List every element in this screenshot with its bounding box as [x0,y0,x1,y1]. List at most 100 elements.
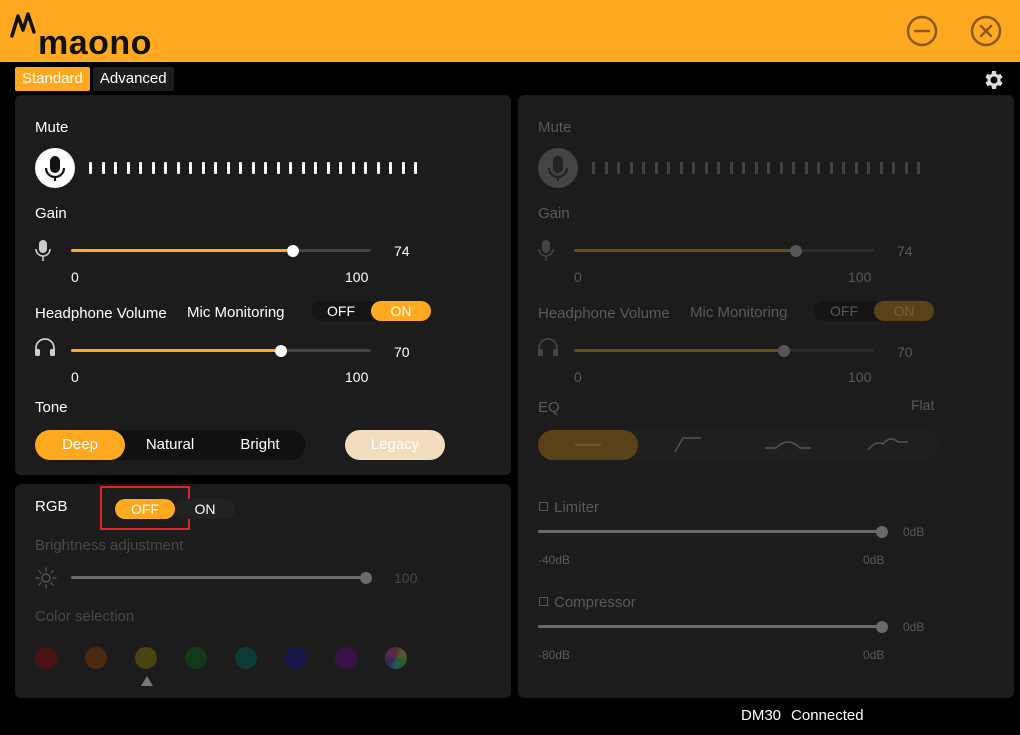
mic-monitoring-toggle-right[interactable]: OFF ON [814,301,934,321]
tone-natural[interactable]: Natural [125,430,215,460]
compressor-max-label: 0dB [863,648,885,662]
compressor-value: 0dB [903,620,925,634]
mute-label: Mute [35,119,69,136]
connection-state: Connected [791,707,864,724]
rgb-on[interactable]: ON [175,499,235,519]
sun-icon [35,567,57,589]
eq-selector[interactable] [538,430,938,460]
level-meter-right [592,162,920,174]
mute-label-right: Mute [538,119,572,136]
headphone-max-label-right: 100 [848,369,872,385]
gain-max-label: 100 [345,269,369,285]
headphones-icon-right [538,338,558,356]
limiter-slider[interactable] [538,524,888,540]
limiter-slider-thumb[interactable] [876,526,888,538]
tone-bright[interactable]: Bright [215,430,305,460]
headphone-volume-label: Headphone Volume [35,305,167,322]
minimize-icon[interactable] [906,15,938,47]
close-icon[interactable] [970,15,1002,47]
mic-monitoring-on[interactable]: ON [371,301,431,321]
color-swatch[interactable] [135,647,157,669]
microphone-icon-right [547,156,569,181]
mute-button[interactable] [35,148,75,188]
gain-slider-right[interactable] [574,243,874,259]
mid-boost-eq-icon [765,441,811,449]
gain-slider-thumb-right[interactable] [790,245,802,257]
presence-eq-icon [867,438,908,451]
headphone-min-label: 0 [71,369,79,385]
color-swatch[interactable] [185,647,207,669]
eq-label: EQ [538,399,560,416]
limiter-max-label: 0dB [863,553,885,567]
compressor-slider-thumb[interactable] [876,621,888,633]
limiter-checkbox[interactable] [539,502,548,511]
gain-slider-thumb[interactable] [287,245,299,257]
level-meter [89,162,417,174]
eq-mid-boost[interactable] [738,430,838,460]
brand-name: maono [38,24,152,62]
mic-monitoring-label: Mic Monitoring [187,304,285,321]
selected-color-marker-icon [141,676,153,686]
color-swatch[interactable] [85,647,107,669]
tone-selector[interactable]: Deep Natural Bright [35,430,305,460]
mode-tabs: Standard Advanced [15,67,174,91]
gain-max-label-right: 100 [848,269,872,285]
gain-value: 74 [394,243,410,259]
rgb-off[interactable]: OFF [115,499,175,519]
tab-advanced[interactable]: Advanced [92,67,174,91]
microphone-small-icon-right [538,240,554,261]
eq-presence[interactable] [838,430,938,460]
color-swatch[interactable] [235,647,257,669]
color-swatch[interactable] [385,647,407,669]
gain-min-label: 0 [71,269,79,285]
legacy-button[interactable]: Legacy [345,430,445,460]
rgb-label: RGB [35,498,68,515]
headphone-slider-thumb[interactable] [275,345,287,357]
mic-monitoring-toggle[interactable]: OFF ON [311,301,431,321]
headphone-volume-value-right: 70 [897,344,913,360]
flat-eq-icon [575,444,601,446]
headphone-volume-label-right: Headphone Volume [538,305,670,322]
color-swatch[interactable] [35,647,57,669]
connection-status: DM30 Connected [741,707,864,724]
gear-icon[interactable] [981,68,1005,92]
tone-deep[interactable]: Deep [35,430,125,460]
gain-value-right: 74 [897,243,913,259]
tone-label: Tone [35,399,68,416]
headphone-volume-slider[interactable] [71,343,371,359]
mic-monitoring-off[interactable]: OFF [311,301,371,321]
headphone-min-label-right: 0 [574,369,582,385]
tab-standard[interactable]: Standard [15,67,90,91]
maono-logo: maono [10,10,170,60]
rgb-toggle[interactable]: OFF ON [115,499,235,519]
gain-slider[interactable] [71,243,371,259]
rgb-panel: RGB OFF ON Brightness adjustment 100 Col… [15,484,511,698]
limiter-min-label: -40dB [538,553,571,567]
eq-preset-name: Flat [911,397,935,413]
headphone-slider-thumb-right[interactable] [778,345,790,357]
gain-label: Gain [35,205,67,222]
headphones-icon [35,338,55,356]
mic-monitoring-on-right[interactable]: ON [874,301,934,321]
brightness-slider[interactable] [71,570,372,586]
compressor-checkbox[interactable] [539,597,548,606]
compressor-slider[interactable] [538,619,888,635]
headphone-volume-value: 70 [394,344,410,360]
color-swatch[interactable] [335,647,357,669]
limiter-label: Limiter [554,499,600,516]
gain-min-label-right: 0 [574,269,582,285]
maono-logo-icon [10,12,36,38]
eq-flat[interactable] [538,430,638,460]
brightness-slider-thumb[interactable] [360,572,372,584]
microphone-icon [44,156,66,181]
limiter-value: 0dB [903,525,925,539]
headphone-volume-slider-right[interactable] [574,343,874,359]
color-swatch[interactable] [285,647,307,669]
mic-monitoring-off-right[interactable]: OFF [814,301,874,321]
device-name: DM30 [741,707,782,724]
high-pass-eq-icon [674,437,701,453]
eq-high-pass[interactable] [638,430,738,460]
mute-button-right[interactable] [538,148,578,188]
mic-controls-panel: Mute Gain 74 0 100 Headphone Volume Mic … [15,95,511,475]
gain-label-right: Gain [538,205,570,222]
